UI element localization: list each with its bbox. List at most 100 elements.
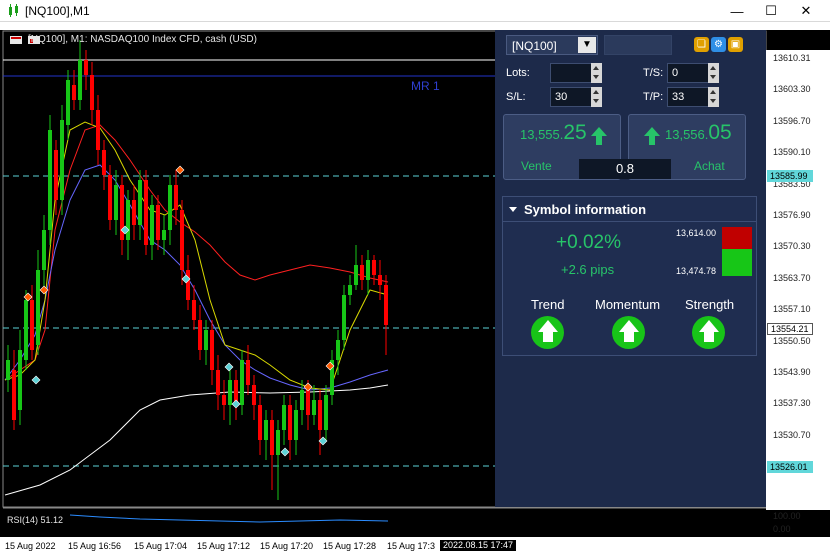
signal-marker bbox=[280, 447, 290, 457]
day-high: 13,614.00 bbox=[676, 228, 717, 238]
candle-body bbox=[354, 265, 358, 285]
trend-label: Trend bbox=[531, 297, 565, 312]
candle-body bbox=[126, 200, 130, 240]
ts-label: T/S: bbox=[643, 67, 664, 79]
collapse-triangle-icon[interactable] bbox=[509, 207, 517, 212]
momentum-up-icon bbox=[612, 316, 645, 349]
time-cursor-label: 2022.08.15 17:47 bbox=[440, 540, 517, 551]
candle-body bbox=[30, 300, 34, 350]
lots-label: Lots: bbox=[506, 67, 530, 79]
chevron-down-icon[interactable]: ▼ bbox=[578, 37, 596, 53]
price-axis-label: 13537.30 bbox=[773, 398, 811, 409]
candle-body bbox=[180, 210, 184, 270]
candle-body bbox=[378, 275, 382, 285]
tp-input[interactable]: 33 bbox=[667, 87, 709, 107]
sell-price: 13,555.25 bbox=[520, 121, 587, 144]
signal-marker bbox=[175, 165, 185, 175]
candle-body bbox=[108, 175, 112, 220]
sl-input[interactable]: 30 bbox=[550, 87, 592, 107]
candle-body bbox=[6, 360, 10, 380]
candle-body bbox=[84, 60, 88, 75]
candle-body bbox=[228, 380, 232, 405]
mr1-label: MR 1 bbox=[411, 79, 440, 93]
candle-body bbox=[12, 370, 16, 420]
candle-body bbox=[174, 185, 178, 210]
buy-label: Achat bbox=[694, 159, 725, 173]
price-tag-upper: 13585.99 bbox=[767, 170, 813, 182]
candle-body bbox=[240, 360, 244, 405]
symbol-select[interactable]: [NQ100] ▼ bbox=[506, 35, 598, 55]
time-axis-label: 15 Aug 17:04 bbox=[134, 541, 188, 551]
candle-body bbox=[324, 395, 328, 430]
candle-body bbox=[132, 200, 136, 225]
candle-body bbox=[222, 395, 226, 405]
tp-label: T/P: bbox=[643, 91, 664, 103]
rsi-label: RSI(14) 51.12 bbox=[7, 515, 64, 525]
candle-body bbox=[264, 420, 268, 440]
rsi-line bbox=[69, 514, 389, 523]
change-percent: +0.02% bbox=[556, 232, 621, 253]
candle-body bbox=[276, 430, 280, 455]
price-axis-label: 13596.70 bbox=[773, 115, 811, 126]
momentum-label: Momentum bbox=[595, 297, 661, 312]
candle-body bbox=[372, 260, 376, 275]
candle-body bbox=[360, 265, 364, 280]
ma-white bbox=[4, 384, 389, 496]
price-axis-label: 13543.90 bbox=[773, 367, 811, 377]
candle-body bbox=[54, 150, 58, 200]
ts-input[interactable]: 0 bbox=[667, 63, 709, 83]
ts-stepper[interactable] bbox=[708, 63, 719, 83]
candle-body bbox=[216, 370, 220, 395]
symbol-select-value: [NQ100] bbox=[512, 39, 557, 53]
candle-body bbox=[366, 260, 370, 280]
candle-body bbox=[246, 360, 250, 385]
candle-body bbox=[384, 285, 388, 325]
range-bar-low bbox=[722, 249, 752, 276]
price-axis-label: 13590.10 bbox=[773, 147, 811, 158]
symbol-extra-field[interactable] bbox=[604, 35, 672, 55]
lots-input[interactable] bbox=[550, 63, 592, 83]
price-axis-label: 13603.30 bbox=[773, 84, 811, 95]
candle-body bbox=[348, 285, 352, 295]
candle-body bbox=[48, 130, 52, 230]
arrow-up-icon bbox=[644, 127, 660, 145]
time-axis-label: 15 Aug 17:3 bbox=[387, 541, 436, 551]
candle-body bbox=[270, 420, 274, 455]
tp-stepper[interactable] bbox=[708, 87, 719, 107]
candle-body bbox=[258, 405, 262, 440]
sl-stepper[interactable] bbox=[591, 87, 602, 107]
price-axis-label: 13563.70 bbox=[773, 272, 811, 283]
day-low: 13,474.78 bbox=[676, 266, 717, 276]
rsi-scale-min: 0.00 bbox=[773, 524, 791, 534]
signal-marker bbox=[231, 399, 241, 409]
candle-body bbox=[288, 405, 292, 440]
candle-body bbox=[312, 400, 316, 415]
symbol-info-header[interactable]: Symbol information bbox=[502, 196, 757, 222]
candle-body bbox=[24, 300, 28, 360]
candle-body bbox=[144, 180, 148, 245]
candle-body bbox=[192, 300, 196, 320]
gear-icon[interactable]: ⚙ bbox=[711, 37, 726, 52]
price-tag-lower: 13526.01 bbox=[767, 461, 813, 473]
candle-body bbox=[96, 110, 100, 150]
symbol-info-title: Symbol information bbox=[524, 202, 647, 217]
time-axis-label: 15 Aug 17:28 bbox=[323, 541, 377, 551]
candle-body bbox=[186, 270, 190, 300]
price-axis-label: 13530.70 bbox=[773, 429, 811, 440]
expand-icon[interactable]: ▣ bbox=[728, 37, 743, 52]
candle-body bbox=[162, 230, 166, 240]
spread-value: 0.8 bbox=[579, 159, 671, 179]
lots-stepper[interactable] bbox=[591, 63, 602, 83]
candle-body bbox=[18, 350, 22, 410]
price-axis-label: 13557.10 bbox=[773, 304, 811, 315]
candle-body bbox=[210, 330, 214, 370]
price-axis-label: 13570.30 bbox=[773, 241, 811, 252]
time-axis-label: 15 Aug 2022 bbox=[5, 541, 56, 551]
price-tag-current: 13554.21 bbox=[767, 323, 813, 335]
copy-icon[interactable]: ❏ bbox=[694, 37, 709, 52]
candle-body bbox=[156, 205, 160, 240]
candle-body bbox=[90, 75, 94, 110]
strength-label: Strength bbox=[685, 297, 735, 312]
time-axis-label: 15 Aug 16:56 bbox=[68, 541, 122, 551]
arrow-up-icon bbox=[591, 127, 607, 145]
